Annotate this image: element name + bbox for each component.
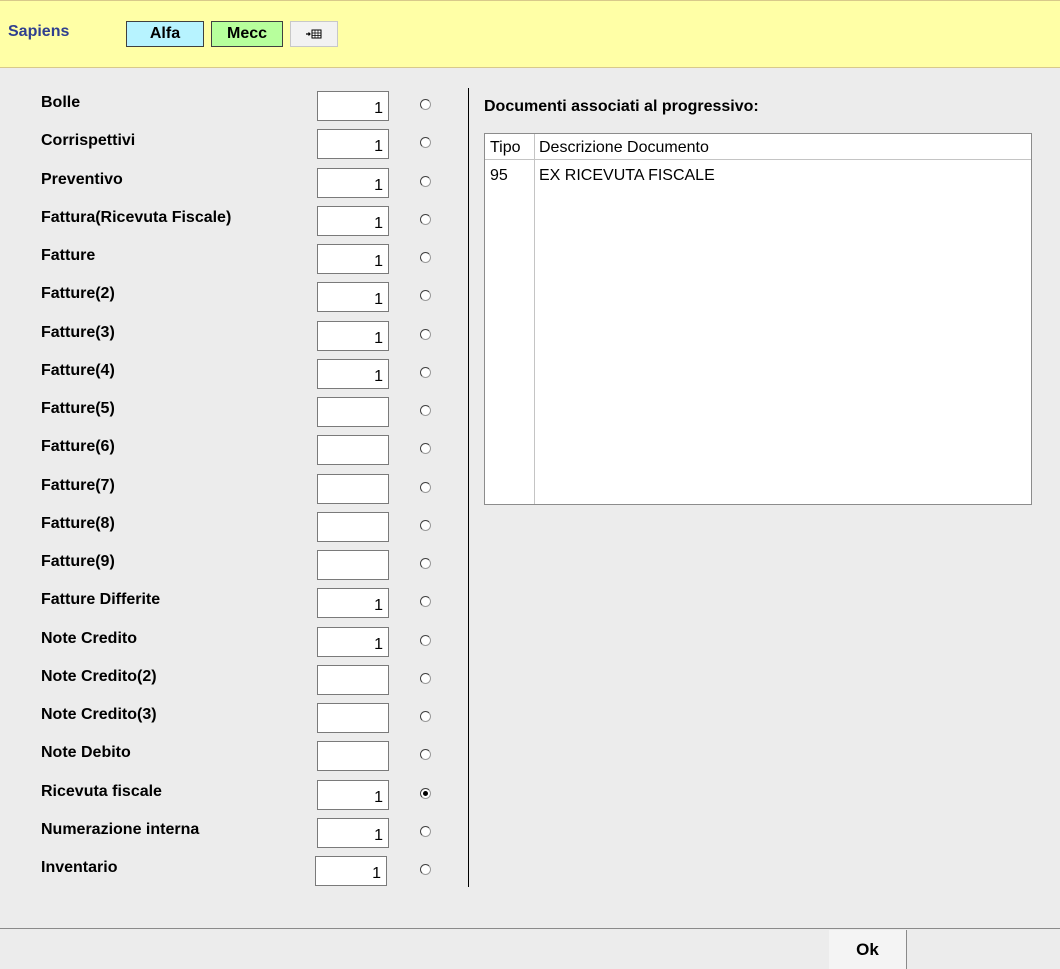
row-radio[interactable]: [420, 749, 431, 761]
row-label: Fatture(4): [41, 361, 115, 379]
row-label: Corrispettivi: [41, 132, 136, 150]
progressive-input[interactable]: 1: [317, 358, 389, 389]
row-radio[interactable]: [420, 596, 431, 608]
progressive-input[interactable]: 1: [317, 205, 389, 236]
ok-button[interactable]: Ok: [829, 930, 907, 969]
row-radio[interactable]: [420, 481, 431, 493]
progressive-input[interactable]: 1: [317, 817, 389, 848]
row-label: Fatture Differite: [41, 591, 161, 609]
row-radio[interactable]: [420, 405, 431, 416]
progressive-input[interactable]: 1: [317, 779, 389, 810]
progressive-input[interactable]: [317, 511, 389, 542]
row-radio[interactable]: [420, 99, 431, 110]
cell-tipo: 95: [490, 167, 508, 184]
documents-title: Documenti associati al progressivo:: [484, 98, 759, 115]
export-button[interactable]: [290, 21, 338, 47]
row-label: Ricevuta fiscale: [41, 782, 162, 800]
row-radio[interactable]: [420, 328, 431, 340]
row-label: Numerazione interna: [41, 820, 200, 838]
row-label: Fatture(6): [41, 438, 115, 456]
vertical-divider: [468, 88, 469, 887]
documents-table: Tipo Descrizione Documento 95 EX RICEVUT…: [484, 133, 1032, 505]
progressive-input[interactable]: 1: [317, 91, 389, 121]
row-label: Bolle: [41, 94, 81, 111]
row-radio[interactable]: [420, 175, 431, 187]
row-label: Note Debito: [41, 744, 131, 762]
progressive-input[interactable]: [317, 473, 389, 504]
row-radio[interactable]: [420, 252, 431, 263]
row-radio[interactable]: [420, 290, 431, 302]
row-radio[interactable]: [420, 366, 431, 378]
app-name: Sapiens: [8, 23, 70, 40]
progressive-input[interactable]: [317, 664, 389, 695]
row-label: Preventivo: [41, 170, 123, 188]
cell-descrizione: EX RICEVUTA FISCALE: [539, 167, 715, 184]
row-label: Note Credito(3): [41, 706, 157, 723]
progressive-input[interactable]: [317, 703, 389, 733]
progressive-input[interactable]: 1: [317, 626, 389, 657]
row-radio[interactable]: [420, 787, 431, 799]
row-label: Fatture(5): [41, 400, 115, 417]
progressive-input[interactable]: 1: [317, 244, 389, 274]
row-radio[interactable]: [420, 519, 431, 531]
progressive-input[interactable]: [317, 397, 389, 427]
progressive-input[interactable]: [317, 741, 389, 772]
header-descrizione: Descrizione Documento: [539, 139, 709, 156]
export-grid-icon: [306, 29, 322, 39]
row-radio[interactable]: [420, 825, 431, 837]
row-label: Fatture(2): [41, 285, 115, 303]
progressive-input[interactable]: 1: [315, 856, 387, 886]
row-radio[interactable]: [420, 137, 431, 149]
progressive-input[interactable]: [317, 435, 389, 466]
row-label: Fatture(8): [41, 514, 115, 532]
progressive-input[interactable]: 1: [317, 129, 389, 160]
alfa-button[interactable]: Alfa: [126, 21, 204, 47]
row-radio[interactable]: [420, 443, 431, 455]
row-radio[interactable]: [420, 558, 431, 569]
progressive-input[interactable]: [317, 550, 389, 580]
row-radio[interactable]: [420, 864, 431, 875]
row-radio[interactable]: [420, 634, 431, 646]
row-label: Fatture(7): [41, 476, 115, 494]
row-label: Note Credito(2): [41, 667, 157, 685]
footer-divider: [0, 928, 1060, 929]
progressive-input[interactable]: 1: [317, 167, 389, 198]
top-toolbar: Sapiens Alfa Mecc: [0, 0, 1060, 68]
row-label: Fattura(Ricevuta Fiscale): [41, 208, 232, 226]
row-label: Note Credito: [41, 629, 137, 647]
progressive-input[interactable]: 1: [317, 320, 389, 351]
column-separator: [534, 134, 535, 504]
header-tipo: Tipo: [490, 139, 521, 156]
mecc-button[interactable]: Mecc: [211, 21, 283, 47]
progressive-input[interactable]: 1: [317, 282, 389, 313]
row-radio[interactable]: [420, 672, 431, 684]
row-radio[interactable]: [420, 711, 431, 722]
row-label: Fatture(3): [41, 323, 115, 341]
row-radio[interactable]: [420, 213, 431, 225]
progressive-input[interactable]: 1: [317, 588, 389, 619]
row-label: Inventario: [41, 859, 118, 876]
row-label: Fatture(9): [41, 553, 115, 570]
row-label: Fatture: [41, 247, 96, 264]
